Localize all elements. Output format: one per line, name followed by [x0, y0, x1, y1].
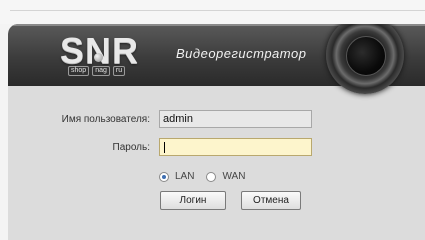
login-panel: SNR shop nag ru Видеорегистратор Имя пол…: [8, 24, 425, 240]
logo-orb-icon: [94, 53, 103, 62]
radio-wan-label[interactable]: WAN: [222, 171, 245, 182]
network-selector: LAN WAN: [159, 171, 257, 182]
product-title: Видеорегистратор: [176, 46, 307, 61]
top-divider: [10, 10, 425, 11]
radio-lan-label[interactable]: LAN: [175, 171, 194, 182]
password-label: Пароль:: [112, 142, 150, 153]
login-button[interactable]: Логин: [160, 191, 226, 210]
username-input[interactable]: admin: [159, 110, 312, 128]
logo: SNR shop nag ru: [54, 30, 154, 78]
header-banner: SNR shop nag ru Видеорегистратор: [8, 24, 425, 94]
logo-sub-nag: nag: [92, 66, 110, 76]
logo-subtext: shop nag ru: [68, 66, 126, 76]
username-label: Имя пользователя:: [61, 114, 150, 125]
logo-sub-shop: shop: [68, 66, 90, 76]
password-input[interactable]: [159, 138, 312, 156]
cancel-button[interactable]: Отмена: [241, 191, 301, 210]
logo-sub-ru: ru: [112, 66, 126, 76]
radio-selected-icon[interactable]: [159, 171, 169, 182]
text-caret: [164, 142, 165, 153]
camera-lens-icon: [326, 24, 404, 94]
top-strip: [0, 0, 425, 24]
radio-unselected-icon[interactable]: [206, 171, 217, 182]
camera-lens-inner: [346, 36, 386, 76]
